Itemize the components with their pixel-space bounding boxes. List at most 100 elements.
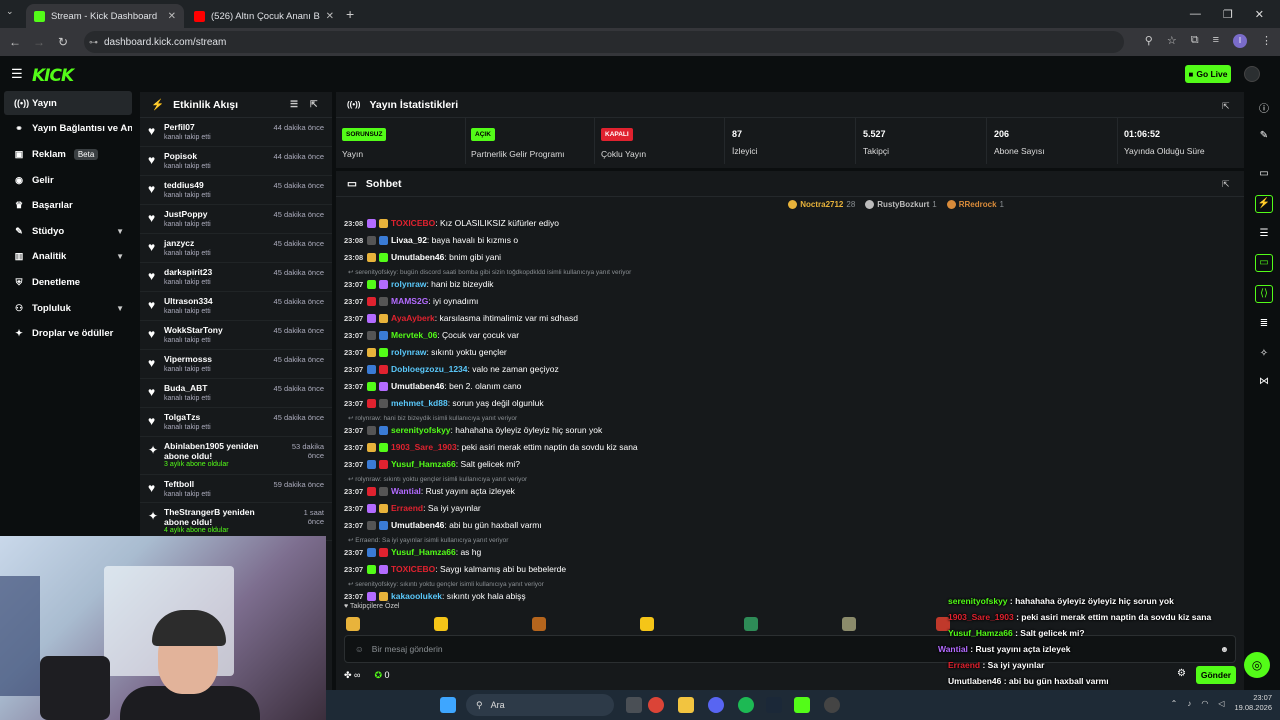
- sidebar-item-denetleme[interactable]: ⛨ Denetleme: [4, 270, 132, 294]
- chat-message[interactable]: 23:07 Umutlaben46: ben 2. olanım cano: [344, 379, 521, 393]
- message-username[interactable]: serenityofskyy: [391, 425, 451, 435]
- emote-icon[interactable]: [346, 617, 360, 631]
- chat-message[interactable]: 23:07 TOXICEBO: Saygı kalmamış abi bu be…: [344, 562, 566, 576]
- activity-item[interactable]: ♥ teddius49 kanalı takip etti 45 dakika …: [140, 176, 332, 205]
- layers-icon[interactable]: ≣: [1257, 318, 1271, 332]
- discord-icon[interactable]: [708, 697, 724, 713]
- tray-chevron-icon[interactable]: ⌃: [1171, 699, 1178, 708]
- steam-icon[interactable]: [766, 697, 782, 713]
- message-username[interactable]: Wantial: [391, 486, 421, 496]
- file-explorer-icon[interactable]: [678, 697, 694, 713]
- new-tab-button[interactable]: +: [346, 6, 354, 22]
- reload-icon[interactable]: ↻: [51, 35, 75, 49]
- share-icon[interactable]: ⋈: [1257, 376, 1271, 390]
- chat-message[interactable]: 23:07 Wantial: Rust yayını açta izleyek: [344, 484, 515, 498]
- leaderboard-entry[interactable]: RustyBozkurt 1: [865, 200, 937, 209]
- clock[interactable]: 23:07 19.08.2026: [1234, 693, 1272, 713]
- chat-message[interactable]: 23:07 1903_Sare_1903: peki asiri merak e…: [344, 440, 638, 454]
- chat-message[interactable]: 23:07 AyaAyberk: karsılasma ihtimalimiz …: [344, 311, 578, 325]
- message-username[interactable]: Umutlaben46: [391, 252, 444, 262]
- activity-item[interactable]: ♥ TolgaTzs kanalı takip etti 45 dakika ö…: [140, 408, 332, 437]
- chat-message[interactable]: 23:07 Erraend: Sa iyi yayınlar: [344, 501, 481, 515]
- chat-message[interactable]: 23:07 Dobloegzozu_1234: valo ne zaman ge…: [344, 362, 559, 376]
- activity-item[interactable]: ♥ Vipermosss kanalı takip etti 45 dakika…: [140, 350, 332, 379]
- message-username[interactable]: 1903_Sare_1903: [391, 442, 457, 452]
- browser-menu-icon[interactable]: ⋮: [1261, 34, 1272, 48]
- activity-item[interactable]: ♥ WokkStarTony kanalı takip etti 45 daki…: [140, 321, 332, 350]
- message-username[interactable]: Erraend: [391, 503, 423, 513]
- sidebar-item-gelir[interactable]: ◉ Gelir: [4, 168, 132, 192]
- activity-item[interactable]: ✦ Abinlaben1905 yeniden abone oldu! 3 ay…: [140, 437, 332, 475]
- sidebar-item-basarilar[interactable]: ♛ Başarılar: [4, 193, 132, 217]
- activity-item[interactable]: ♥ janzycz kanalı takip etti 45 dakika ön…: [140, 234, 332, 263]
- chat-message[interactable]: 23:07 rolynraw: hani biz bizeydik: [344, 277, 494, 291]
- chrome-icon[interactable]: [648, 697, 664, 713]
- sidebar-item-yayin[interactable]: ((•)) Yayın: [4, 91, 132, 115]
- bookmark-star-icon[interactable]: ☆: [1167, 34, 1177, 48]
- activity-item[interactable]: ♥ JustPoppy kanalı takip etti 45 dakika …: [140, 205, 332, 234]
- maximize-icon[interactable]: ❐: [1223, 8, 1233, 21]
- popout-icon[interactable]: ⇱: [1222, 179, 1230, 190]
- sidebar-item-droplar[interactable]: ✦ Droplar ve ödüller: [4, 321, 132, 345]
- profile-avatar[interactable]: I: [1233, 34, 1247, 48]
- message-username[interactable]: Mervtek_06: [391, 330, 437, 340]
- edit-pencil-icon[interactable]: ✎: [1257, 130, 1271, 144]
- minimize-icon[interactable]: —: [1190, 8, 1201, 20]
- activity-item[interactable]: ♥ Buda_ABT kanalı takip etti 45 dakika ö…: [140, 379, 332, 408]
- emote-icon[interactable]: [434, 617, 448, 631]
- activity-item[interactable]: ♥ Teftboll kanalı takip etti 59 dakika ö…: [140, 475, 332, 503]
- filter-icon[interactable]: ☰: [290, 99, 298, 110]
- go-live-button[interactable]: ■ Go Live: [1185, 65, 1231, 83]
- task-view-icon[interactable]: [626, 697, 642, 713]
- message-username[interactable]: rolynraw: [391, 279, 426, 289]
- back-icon[interactable]: ←: [3, 35, 27, 49]
- site-info-icon[interactable]: ⊶: [89, 37, 98, 48]
- info-icon[interactable]: ⓘ: [1257, 100, 1271, 115]
- popout-icon[interactable]: ⇱: [1222, 101, 1230, 112]
- message-username[interactable]: Yusuf_Hamza66: [391, 547, 456, 557]
- extensions-icon[interactable]: ⧉: [1191, 34, 1199, 48]
- windows-start-icon[interactable]: [440, 697, 456, 713]
- activity-lightning-icon[interactable]: ⚡: [1255, 195, 1273, 213]
- chat-message[interactable]: 23:07 Yusuf_Hamza66: Salt gelicek mi?: [344, 457, 520, 471]
- spotify-icon[interactable]: [738, 697, 754, 713]
- message-username[interactable]: Umutlaben46: [391, 381, 444, 391]
- coin-icon[interactable]: ✪ 0: [374, 670, 389, 681]
- chat-message[interactable]: 23:07 serenityofskyy: hahahaha öyleyiz ö…: [344, 423, 602, 437]
- mic-tray-icon[interactable]: ♪: [1187, 699, 1191, 708]
- wrench-icon[interactable]: ✧: [1257, 348, 1271, 362]
- message-username[interactable]: rolynraw: [391, 347, 426, 357]
- chat-message[interactable]: 23:07 MAMS2G: iyi oynadımı: [344, 294, 478, 308]
- stats-toggle-icon[interactable]: ⟨⟩: [1255, 285, 1273, 303]
- close-window-icon[interactable]: ✕: [1255, 8, 1264, 21]
- close-tab-icon[interactable]: ✕: [168, 11, 176, 22]
- chat-message[interactable]: 23:07 kakaoolukek: sıkıntı yok hala abiş…: [344, 589, 526, 603]
- volume-icon[interactable]: ◁: [1218, 699, 1224, 708]
- close-tab-icon[interactable]: ✕: [326, 11, 334, 22]
- emote-icon[interactable]: [842, 617, 856, 631]
- obs-icon[interactable]: [824, 697, 840, 713]
- chat-message[interactable]: 23:07 rolynraw: sıkıntı yoktu gençler: [344, 345, 507, 359]
- activity-item[interactable]: ♥ Ultrason334 kanalı takip etti 45 dakik…: [140, 292, 332, 321]
- menu-hamburger-icon[interactable]: ☰: [11, 66, 23, 82]
- tab-kick-dashboard[interactable]: Stream - Kick Dashboard ✕: [26, 4, 184, 28]
- message-username[interactable]: TOXICEBO: [391, 218, 435, 228]
- message-username[interactable]: Umutlaben46: [391, 520, 444, 530]
- screen-icon[interactable]: ▭: [1257, 168, 1271, 182]
- media-icon[interactable]: ≡: [1213, 34, 1219, 48]
- tab-search-icon[interactable]: ⌄: [6, 6, 14, 17]
- emoji-picker-icon[interactable]: ☺: [355, 644, 364, 654]
- chat-message[interactable]: 23:07 mehmet_kd88: sorun yaş değil olgun…: [344, 396, 544, 410]
- leaderboard-entry[interactable]: RRedrock 1: [946, 200, 1004, 209]
- message-username[interactable]: MAMS2G: [391, 296, 428, 306]
- wifi-icon[interactable]: ◠: [1201, 699, 1208, 708]
- activity-item[interactable]: ♥ Popisok kanalı takip etti 44 dakika ön…: [140, 147, 332, 176]
- leaderboard-entry[interactable]: Noctra2712 28: [788, 200, 855, 209]
- emote-icon[interactable]: [532, 617, 546, 631]
- chat-message[interactable]: 23:07 Yusuf_Hamza66: as hg: [344, 545, 481, 559]
- sidebar-item-analitik[interactable]: ▥ Analitik ▼: [4, 244, 132, 268]
- sidebar-item-topluluk[interactable]: ⚇ Topluluk ▼: [4, 296, 132, 320]
- activity-item[interactable]: ♥ Perfil07 kanalı takip etti 44 dakika ö…: [140, 118, 332, 147]
- sidebar-item-studyo[interactable]: ✎ Stüdyo ▼: [4, 219, 132, 243]
- help-chat-button[interactable]: ◎: [1244, 652, 1270, 678]
